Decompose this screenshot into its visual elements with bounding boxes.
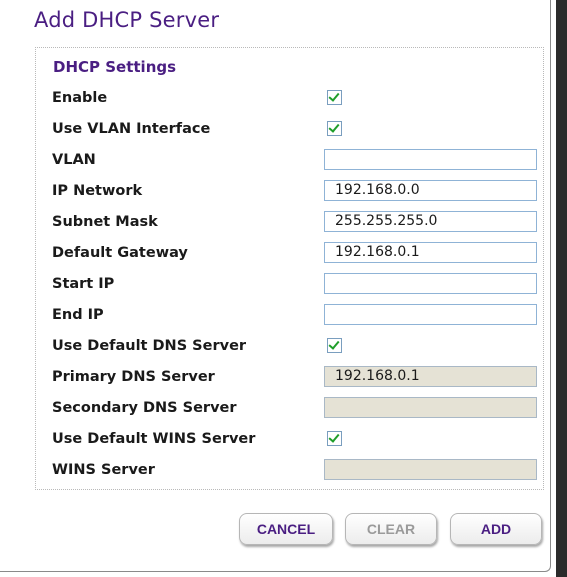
start-ip-row: Start IP [36,269,543,299]
secondary-dns-label: Secondary DNS Server [52,400,237,416]
window-edge-shadow [556,0,567,577]
checkmark-icon [328,90,340,102]
default-gateway-input[interactable]: 192.168.0.1 [324,242,537,263]
ip-network-row: IP Network 192.168.0.0 [36,176,543,206]
cancel-button[interactable]: CANCEL [239,513,333,545]
secondary-dns-row: Secondary DNS Server [36,393,543,423]
enable-row: Enable [36,83,543,113]
default-gateway-label: Default Gateway [52,245,188,261]
start-ip-label: Start IP [52,276,115,292]
use-default-dns-checkbox[interactable] [327,338,342,353]
use-default-wins-label: Use Default WINS Server [52,431,256,447]
enable-checkbox[interactable] [327,90,342,105]
subnet-mask-row: Subnet Mask 255.255.255.0 [36,207,543,237]
default-gateway-row: Default Gateway 192.168.0.1 [36,238,543,268]
wins-server-label: WINS Server [52,462,155,478]
use-default-dns-label: Use Default DNS Server [52,338,247,354]
primary-dns-row: Primary DNS Server 192.168.0.1 [36,362,543,392]
dialog-title: Add DHCP Server [34,8,220,32]
checkmark-icon [328,431,340,443]
end-ip-input[interactable] [324,304,537,325]
primary-dns-label: Primary DNS Server [52,369,215,385]
section-title: DHCP Settings [53,58,177,76]
use-vlan-interface-checkbox[interactable] [327,121,342,136]
primary-dns-input: 192.168.0.1 [324,366,537,387]
vlan-input[interactable] [324,149,537,170]
checkmark-icon [328,121,340,133]
add-button[interactable]: ADD [450,513,542,545]
end-ip-row: End IP [36,300,543,330]
ip-network-input[interactable]: 192.168.0.0 [324,180,537,201]
subnet-mask-input[interactable]: 255.255.255.0 [324,211,537,232]
use-default-wins-row: Use Default WINS Server [36,424,543,454]
add-dhcp-server-dialog: Add DHCP Server DHCP Settings Enable Use… [0,0,551,572]
use-default-wins-checkbox[interactable] [327,431,342,446]
wins-server-input [324,459,537,480]
use-default-dns-row: Use Default DNS Server [36,331,543,361]
clear-button[interactable]: CLEAR [345,513,437,545]
use-vlan-interface-row: Use VLAN Interface [36,114,543,144]
wins-server-row: WINS Server [36,455,543,485]
checkmark-icon [328,338,340,350]
start-ip-input[interactable] [324,273,537,294]
vlan-label: VLAN [52,152,96,168]
subnet-mask-label: Subnet Mask [52,214,158,230]
enable-label: Enable [52,90,108,106]
use-vlan-interface-label: Use VLAN Interface [52,121,211,137]
ip-network-label: IP Network [52,183,143,199]
secondary-dns-input [324,397,537,418]
vlan-row: VLAN [36,145,543,175]
end-ip-label: End IP [52,307,104,323]
dhcp-settings-panel: DHCP Settings Enable Use VLAN Interface … [35,47,544,490]
